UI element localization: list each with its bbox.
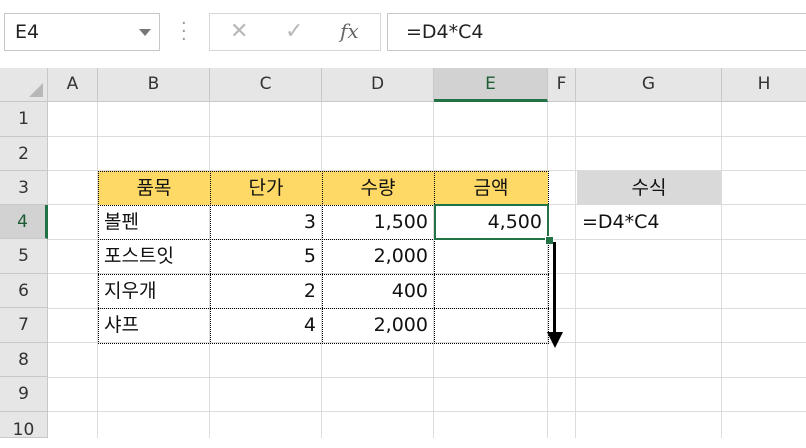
formula-label-value[interactable]: =D4*C4 <box>576 205 722 239</box>
row-header-2[interactable]: 2 <box>0 137 48 171</box>
col-header-g[interactable]: G <box>576 68 722 102</box>
table-divider <box>210 171 211 344</box>
table-divider <box>98 308 549 309</box>
name-box-value: E4 <box>15 21 40 43</box>
formula-value: =D4*C4 <box>406 21 484 43</box>
row-header-5[interactable]: 5 <box>0 239 48 274</box>
col-header-b[interactable]: B <box>98 68 210 102</box>
row-header-7[interactable]: 7 <box>0 308 48 343</box>
row-header-6[interactable]: 6 <box>0 274 48 308</box>
formula-buttons: ✕ ✓ fx <box>209 13 381 51</box>
table-border <box>98 171 549 344</box>
function-icon[interactable]: fx <box>340 19 359 43</box>
table-divider <box>322 171 323 344</box>
gridline <box>48 136 806 137</box>
active-cell-border <box>434 204 549 240</box>
arrow-head-icon <box>547 332 563 348</box>
row-header-9[interactable]: 9 <box>0 377 48 412</box>
col-header-f[interactable]: F <box>548 68 576 102</box>
row-header-4[interactable]: 4 <box>0 205 48 239</box>
row-header-10[interactable]: 10 <box>0 412 48 440</box>
select-all-corner[interactable] <box>0 68 48 102</box>
cancel-icon[interactable]: ✕ <box>230 19 248 44</box>
select-all-icon <box>29 83 43 97</box>
col-header-c[interactable]: C <box>210 68 322 102</box>
fill-down-arrow-icon <box>553 242 556 334</box>
enter-icon[interactable]: ✓ <box>285 19 303 44</box>
row-header-3[interactable]: 3 <box>0 171 48 205</box>
row-header-1[interactable]: 1 <box>0 102 48 137</box>
gridline <box>721 102 722 438</box>
table-divider <box>98 274 549 275</box>
drag-handle-icon[interactable]: · · · <box>181 15 187 49</box>
row-header-8[interactable]: 8 <box>0 343 48 377</box>
formula-label-header[interactable]: 수식 <box>577 171 721 205</box>
formula-input[interactable]: =D4*C4 <box>387 13 806 51</box>
table-divider <box>434 171 435 344</box>
col-header-h[interactable]: H <box>722 68 806 102</box>
name-box[interactable]: E4 <box>4 13 160 51</box>
formula-toolbar: E4 · · · ✕ ✓ fx =D4*C4 <box>0 0 806 68</box>
col-header-a[interactable]: A <box>48 68 98 102</box>
gridline <box>575 102 576 438</box>
chevron-down-icon[interactable] <box>139 29 151 36</box>
gridline <box>48 411 806 412</box>
col-header-d[interactable]: D <box>322 68 434 102</box>
gridline <box>48 377 806 378</box>
col-header-e[interactable]: E <box>434 68 548 102</box>
